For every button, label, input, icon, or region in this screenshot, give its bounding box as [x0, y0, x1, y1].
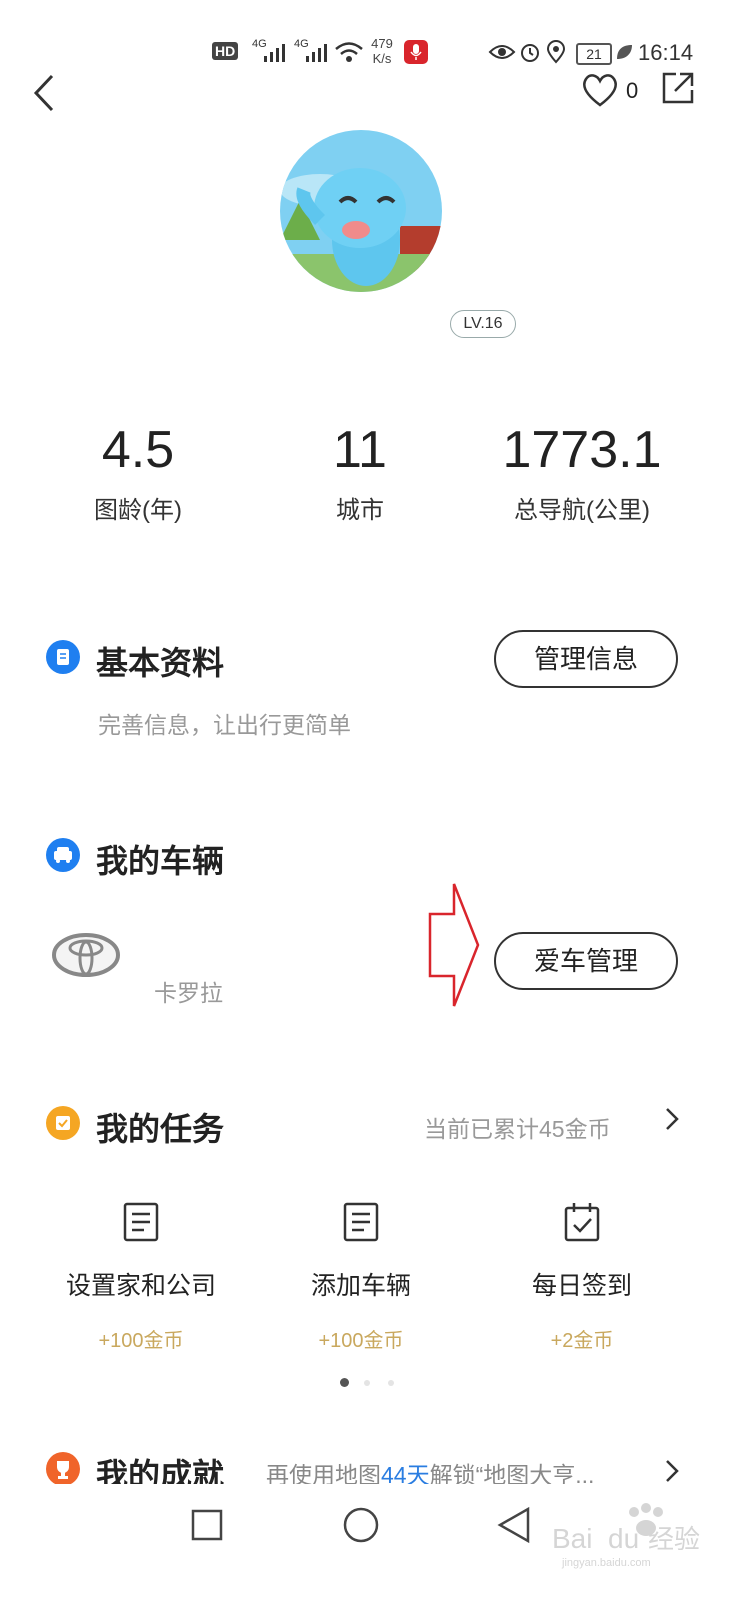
home-circle-icon[interactable]	[342, 1506, 380, 1544]
trophy-icon	[46, 1452, 80, 1486]
task-reward: +100金币	[98, 1330, 184, 1352]
task-daily-checkin[interactable]: 每日签到 +2金币	[467, 1200, 697, 1353]
alarm-icon	[521, 44, 539, 62]
chevron-right-icon[interactable]	[664, 1106, 680, 1140]
task-reward: +2金币	[550, 1330, 614, 1352]
share-icon[interactable]	[660, 70, 696, 106]
profile-doc-icon	[46, 640, 80, 674]
car-management-button[interactable]: 爱车管理	[494, 932, 678, 990]
mic-icon	[404, 40, 428, 64]
battery-icon: 21	[576, 43, 612, 65]
stat-navigation: 1773.1 总导航(公里)	[462, 420, 702, 525]
speed-unit: K/s	[372, 51, 392, 66]
location-icon	[546, 40, 566, 64]
svg-text:du: du	[608, 1523, 639, 1554]
page-indicator-dot	[388, 1380, 394, 1386]
back-arrow-icon[interactable]	[28, 70, 68, 116]
car-icon	[46, 838, 80, 872]
page-indicator-dot-active	[340, 1378, 349, 1387]
level-badge: LV.16	[450, 310, 516, 338]
eye-icon	[488, 45, 516, 59]
stat-map-age: 4.5 图龄(年)	[18, 420, 258, 525]
basic-info-title: 基本资料	[96, 645, 225, 681]
stat-cities: 11 城市	[240, 420, 480, 525]
document-icon	[343, 1202, 379, 1242]
stat-label: 城市	[336, 497, 384, 524]
toyota-logo-icon	[52, 933, 120, 977]
document-icon	[123, 1202, 159, 1242]
car-model: 卡罗拉	[154, 980, 223, 1006]
baidu-paw-icon: Bai du 经验 jingyan.baidu.com	[552, 1503, 700, 1569]
hd-badge: HD	[212, 42, 239, 60]
tasks-summary[interactable]: 当前已累计45金币	[424, 1110, 611, 1144]
task-add-vehicle[interactable]: 添加车辆 +100金币	[246, 1200, 476, 1353]
svg-text:Bai: Bai	[552, 1523, 592, 1554]
avatar[interactable]	[280, 130, 442, 292]
wifi-icon	[335, 42, 363, 62]
task-name: 每日签到	[531, 1272, 632, 1300]
status-bar: HD 4G 4G 479 K/s 21 16:14	[0, 0, 738, 90]
calendar-check-icon	[564, 1203, 600, 1242]
leaf-icon	[617, 45, 632, 59]
stat-value: 11	[333, 421, 387, 479]
speed-value: 479	[371, 36, 393, 51]
task-name: 添加车辆	[310, 1272, 411, 1300]
back-triangle-icon[interactable]	[496, 1506, 532, 1544]
baidu-watermark: Bai du 经验 jingyan.baidu.com	[552, 1500, 732, 1570]
like-count: 0	[626, 78, 639, 103]
stat-label: 总导航(公里)	[514, 497, 650, 524]
clock: 16:14	[638, 40, 694, 65]
stat-value: 4.5	[101, 421, 175, 479]
stat-value: 1773.1	[502, 421, 662, 479]
tasks-icon	[46, 1106, 80, 1140]
task-reward: +100金币	[318, 1330, 404, 1352]
tasks-title: 我的任务	[96, 1111, 225, 1147]
manage-info-button[interactable]: 管理信息	[494, 630, 678, 688]
basic-info-subtitle: 完善信息，让出行更简单	[98, 712, 351, 738]
stat-label: 图龄(年)	[94, 497, 182, 524]
task-set-home-work[interactable]: 设置家和公司 +100金币	[26, 1200, 256, 1353]
heart-icon[interactable]	[580, 70, 620, 110]
svg-text:经验: 经验	[648, 1525, 700, 1555]
red-arrow-annotation	[428, 883, 480, 1007]
vehicles-title: 我的车辆	[96, 843, 225, 879]
svg-text:jingyan.baidu.com: jingyan.baidu.com	[561, 1557, 651, 1569]
task-name: 设置家和公司	[65, 1272, 216, 1300]
signal-icon	[264, 44, 285, 62]
network-speed: 479 K/s	[366, 36, 398, 66]
page-indicator-dot	[364, 1380, 370, 1386]
signal-icon	[306, 44, 327, 62]
recents-square-icon[interactable]	[190, 1508, 224, 1542]
